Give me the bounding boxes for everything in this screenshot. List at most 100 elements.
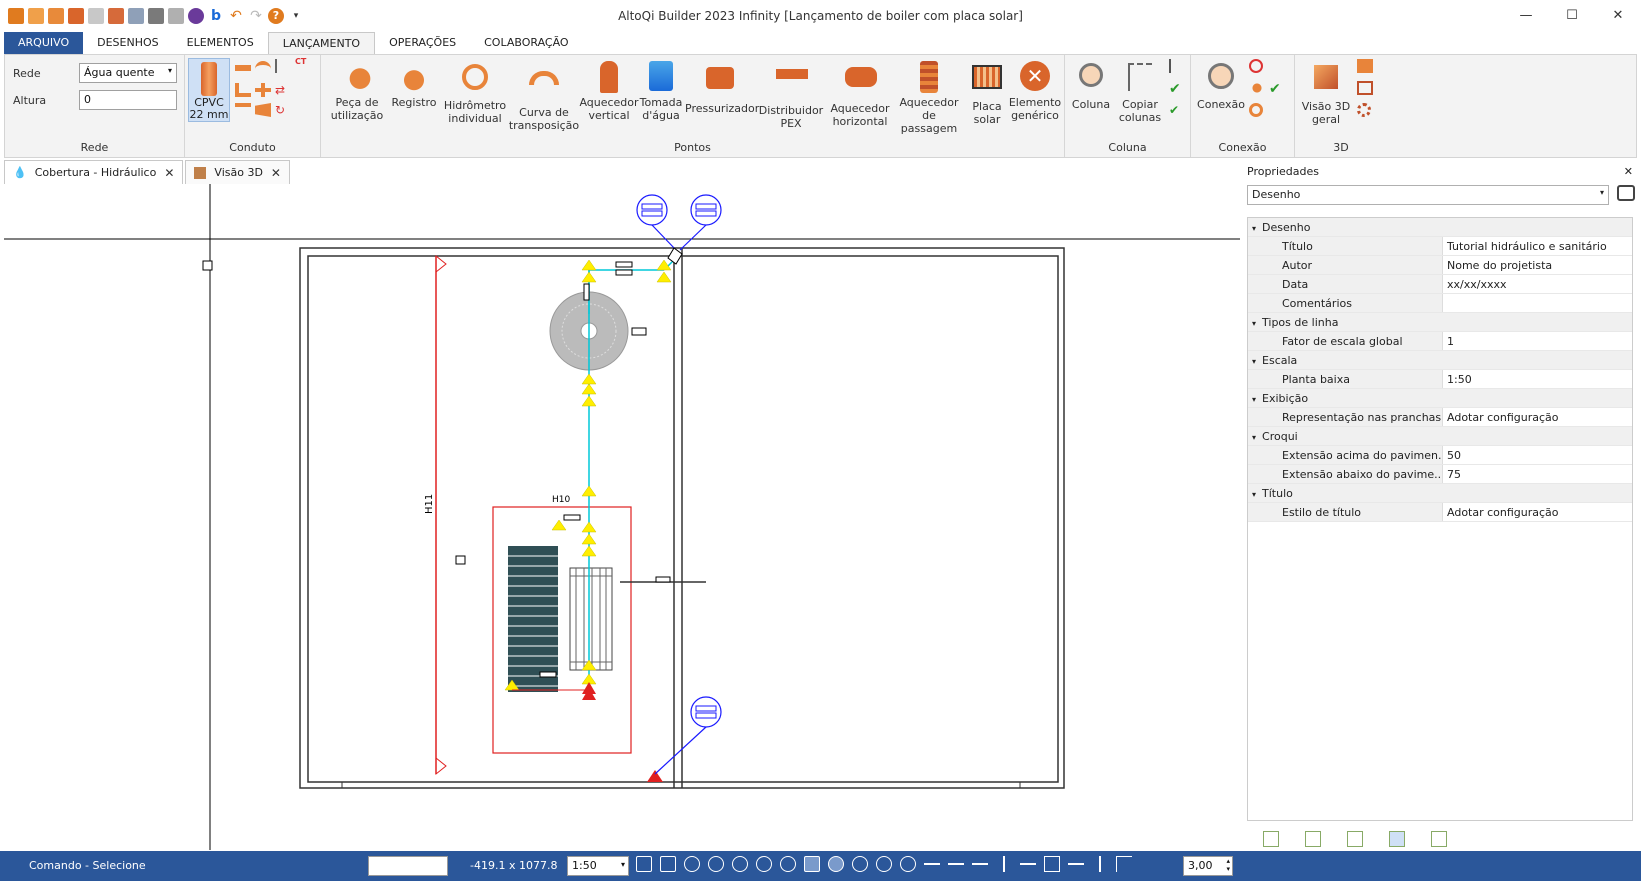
- rede-select[interactable]: Água quente ▾: [79, 63, 177, 83]
- undo-icon[interactable]: ↶: [228, 8, 244, 24]
- connection-group-icon[interactable]: [1249, 81, 1265, 95]
- annotation-callouts[interactable]: [636, 194, 722, 775]
- tab-lancamento[interactable]: LANÇAMENTO: [267, 32, 376, 54]
- snap-intersection-icon[interactable]: [972, 863, 988, 865]
- rotate-icon[interactable]: ↻: [275, 103, 291, 117]
- chevron-down-icon[interactable]: ▾: [1252, 319, 1256, 328]
- placa-solar-button[interactable]: Placa solar: [965, 61, 1009, 126]
- properties-object-select[interactable]: Desenho ▾: [1247, 185, 1609, 205]
- layers-icon[interactable]: [1305, 831, 1321, 847]
- copiar-colunas-button[interactable]: Copiar colunas: [1115, 61, 1165, 124]
- property-value[interactable]: [1443, 294, 1632, 312]
- minimize-button[interactable]: —: [1503, 0, 1549, 30]
- property-value[interactable]: 50: [1443, 446, 1632, 464]
- zoom-extents-icon[interactable]: [660, 856, 676, 872]
- hidrometro-button[interactable]: Hidrômetro individual: [443, 61, 507, 125]
- cube-small-icon[interactable]: [1357, 59, 1373, 73]
- property-category[interactable]: ▾ Exibição: [1248, 389, 1632, 408]
- line-width-icon[interactable]: [1116, 856, 1132, 872]
- export-icon[interactable]: [108, 8, 124, 24]
- property-row[interactable]: Planta baixa 1:50: [1248, 370, 1632, 389]
- property-value[interactable]: 1:50: [1443, 370, 1632, 388]
- property-category[interactable]: ▾ Escala: [1248, 351, 1632, 370]
- snap-perpendicular-icon[interactable]: [1003, 856, 1005, 872]
- straight-pipe-icon[interactable]: [235, 65, 251, 71]
- conexao-button[interactable]: Conexão: [1195, 61, 1247, 111]
- tab-elementos[interactable]: ELEMENTOS: [173, 32, 268, 54]
- tab-colaboracao[interactable]: COLABORAÇÃO: [470, 32, 582, 54]
- snap-center-icon[interactable]: [876, 856, 892, 872]
- close-tab-icon[interactable]: ✕: [271, 166, 281, 180]
- new-file-icon[interactable]: [28, 8, 44, 24]
- tee-icon[interactable]: [255, 83, 271, 97]
- column-tool-icon[interactable]: [1169, 59, 1185, 73]
- ct-icon[interactable]: CT: [295, 57, 311, 71]
- snap-circle-icon[interactable]: [900, 856, 916, 872]
- ortho-icon[interactable]: [804, 856, 820, 872]
- curva-transposicao-button[interactable]: Curva de transposição: [507, 61, 581, 132]
- app-logo-icon[interactable]: [8, 8, 24, 24]
- cpvc-button[interactable]: CPVC 22 mm: [188, 58, 230, 122]
- snap-extension-icon[interactable]: [1044, 856, 1060, 872]
- chevron-down-icon[interactable]: ▾: [1252, 395, 1256, 404]
- save-as-icon[interactable]: [88, 8, 104, 24]
- property-value[interactable]: Tutorial hidráulico e sanitário: [1443, 237, 1632, 255]
- cloud-icon[interactable]: [188, 8, 204, 24]
- elemento-generico-button[interactable]: ✕ Elemento genérico: [1007, 61, 1063, 122]
- pressurizador-button[interactable]: Pressurizador: [685, 61, 759, 115]
- zoom-out-icon[interactable]: [708, 856, 724, 872]
- print-preview-icon[interactable]: [128, 8, 144, 24]
- aquecedor-vertical-button[interactable]: Aquecedor vertical: [579, 61, 639, 122]
- spinner-icon[interactable]: ▴ ▾: [1226, 857, 1230, 873]
- column-edit-icon[interactable]: ✔: [1169, 103, 1185, 117]
- property-value[interactable]: Adotar configuração: [1443, 503, 1632, 521]
- property-row[interactable]: Extensão acima do pavimen... 50: [1248, 446, 1632, 465]
- properties-tools-icon[interactable]: [1617, 185, 1635, 201]
- property-value[interactable]: Nome do projetista: [1443, 256, 1632, 274]
- builder-b-icon[interactable]: b: [208, 8, 224, 24]
- connection-search-small-icon[interactable]: [1249, 59, 1263, 73]
- property-row[interactable]: Autor Nome do projetista: [1248, 256, 1632, 275]
- maximize-button[interactable]: ☐: [1549, 0, 1595, 30]
- zoom-in-icon[interactable]: [684, 856, 700, 872]
- altura-input[interactable]: 0: [79, 90, 177, 110]
- open-file-icon[interactable]: [48, 8, 64, 24]
- property-row[interactable]: Data xx/xx/xxxx: [1248, 275, 1632, 294]
- swap-direction-icon[interactable]: ⇄: [275, 83, 291, 97]
- chevron-down-icon[interactable]: ▾: [1252, 433, 1256, 442]
- help-icon[interactable]: ?: [268, 8, 284, 24]
- plot-icon[interactable]: [168, 8, 184, 24]
- tab-arquivo[interactable]: ARQUIVO: [4, 32, 84, 54]
- property-value[interactable]: 75: [1443, 465, 1632, 483]
- property-row[interactable]: Fator de escala global 1: [1248, 332, 1632, 351]
- property-row[interactable]: Representação nas pranchas Adotar configu…: [1248, 408, 1632, 427]
- customize-toolbar-icon[interactable]: ▾: [288, 8, 304, 24]
- check-icon[interactable]: ✔: [1169, 81, 1185, 97]
- floor-plan-drawing[interactable]: H11 H10: [4, 184, 1240, 850]
- doc-tab-visao-3d[interactable]: Visão 3D ✕: [185, 160, 290, 184]
- zoom-realtime-icon[interactable]: [756, 856, 772, 872]
- solar-panel[interactable]: [508, 546, 558, 692]
- tab-operacoes[interactable]: OPERAÇÕES: [375, 32, 470, 54]
- tools-icon[interactable]: [1431, 831, 1447, 847]
- property-row[interactable]: Extensão abaixo do pavime... 75: [1248, 465, 1632, 484]
- property-value[interactable]: Adotar configuração: [1443, 408, 1632, 426]
- save-icon[interactable]: [68, 8, 84, 24]
- property-category[interactable]: ▾ Título: [1248, 484, 1632, 503]
- property-category[interactable]: ▾ Croqui: [1248, 427, 1632, 446]
- reducer-icon[interactable]: [255, 103, 271, 117]
- drawing-canvas[interactable]: H11 H10: [4, 184, 1240, 850]
- checklist-icon[interactable]: [1389, 831, 1405, 847]
- vertical-pipe-icon[interactable]: [275, 59, 291, 73]
- chevron-down-icon[interactable]: ▾: [1252, 490, 1256, 499]
- snap-tangent-icon[interactable]: [1099, 856, 1101, 872]
- distribuidor-pex-button[interactable]: Distribuidor PEX: [757, 61, 825, 130]
- curved-pipe-icon[interactable]: [255, 61, 271, 75]
- chevron-down-icon[interactable]: ▾: [1252, 357, 1256, 366]
- snap-nearest-icon[interactable]: [1020, 863, 1036, 865]
- doc-tab-cobertura[interactable]: 💧 Cobertura - Hidráulico ✕: [4, 160, 184, 184]
- snap-endpoint-icon[interactable]: [948, 863, 964, 865]
- property-category[interactable]: ▾ Desenho: [1248, 218, 1632, 237]
- zoom-window-icon[interactable]: [636, 856, 652, 872]
- redo-icon[interactable]: ↷: [248, 8, 264, 24]
